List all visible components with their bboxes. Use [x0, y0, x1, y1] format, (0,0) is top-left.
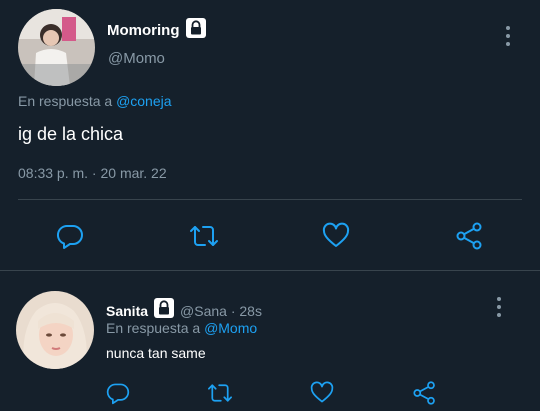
reply-handle-time[interactable]: @Sana · 28s	[180, 303, 262, 319]
divider	[18, 199, 522, 200]
more-options-icon[interactable]	[497, 297, 501, 317]
more-options-icon[interactable]	[506, 26, 510, 46]
reply-prefix: En respuesta a	[18, 93, 113, 109]
reply-to-link[interactable]: @Momo	[204, 320, 257, 336]
section-divider	[0, 270, 540, 271]
main-handle[interactable]: @Momo	[108, 50, 165, 67]
main-display-name[interactable]: Momoring	[107, 22, 180, 39]
reply-context: En respuesta a @Momo	[106, 320, 257, 336]
share-icon[interactable]	[412, 381, 438, 405]
reply-to-link[interactable]: @coneja	[116, 93, 171, 109]
reply-text: nunca tan same	[106, 345, 206, 361]
main-avatar[interactable]	[18, 9, 95, 86]
reply-avatar[interactable]	[16, 291, 94, 369]
reply-prefix: En respuesta a	[106, 320, 201, 336]
like-icon[interactable]	[310, 381, 334, 405]
retweet-icon[interactable]	[188, 222, 220, 250]
reply-display-name[interactable]: Sanita	[106, 303, 148, 319]
reply-icon[interactable]	[106, 381, 130, 405]
reply-icon[interactable]	[56, 222, 84, 250]
share-icon[interactable]	[455, 222, 485, 250]
like-icon[interactable]	[322, 222, 350, 250]
tweet-timestamp[interactable]: 08:33 p. m. · 20 mar. 22	[18, 165, 167, 181]
lock-icon	[185, 18, 206, 43]
tweet-text: ig de la chica	[18, 124, 124, 144]
reply-context: En respuesta a @coneja	[18, 93, 172, 109]
retweet-icon[interactable]	[206, 381, 234, 405]
